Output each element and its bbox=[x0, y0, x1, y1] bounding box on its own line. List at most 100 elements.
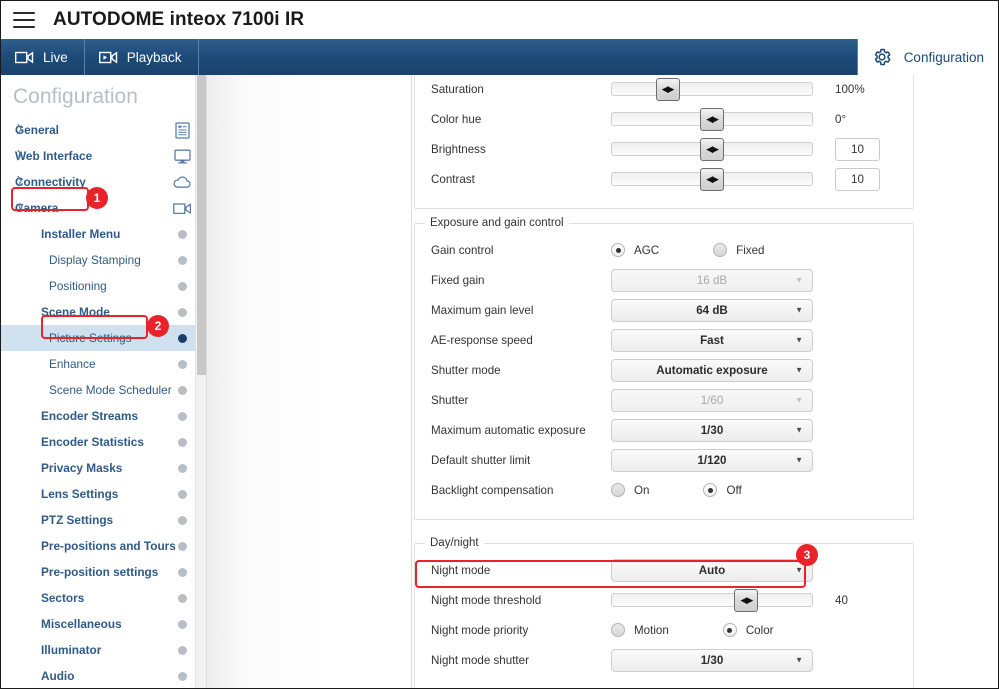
night-mode-threshold-label: Night mode threshold bbox=[431, 593, 542, 607]
sidebar-item-general[interactable]: 〉 General bbox=[1, 117, 206, 143]
sidebar-item-miscellaneous[interactable]: Miscellaneous bbox=[1, 611, 206, 637]
sidebar-item-label: Illuminator bbox=[41, 643, 102, 657]
sidebar-item-scene-mode-scheduler[interactable]: Scene Mode Scheduler bbox=[1, 377, 206, 403]
saturation-value: 100% bbox=[835, 82, 865, 96]
status-dot bbox=[172, 224, 192, 244]
max-auto-exposure-dropdown[interactable]: 1/30 ▼ bbox=[611, 418, 813, 442]
slider-handle[interactable]: ◀▶ bbox=[700, 168, 724, 191]
sidebar-item-ptz-settings[interactable]: PTZ Settings bbox=[1, 507, 206, 533]
sidebar-scrollbar-thumb[interactable] bbox=[197, 75, 206, 375]
application-window: AUTODOME inteox 7100i IR Live Playback C… bbox=[0, 0, 999, 689]
status-dot-indicator bbox=[177, 333, 187, 343]
status-dot bbox=[172, 432, 192, 452]
radio-backlight-off[interactable]: Off bbox=[703, 483, 742, 497]
row-night-mode-threshold: Night mode threshold ◀▶ 40 bbox=[415, 585, 913, 615]
chevron-down-icon: ▼ bbox=[795, 335, 803, 345]
row-backlight-compensation: Backlight compensation On Off bbox=[415, 475, 913, 505]
ae-response-speed-dropdown[interactable]: Fast ▼ bbox=[611, 328, 813, 352]
sidebar-item-encoder-statistics[interactable]: Encoder Statistics bbox=[1, 429, 206, 455]
status-dot-indicator bbox=[177, 645, 187, 655]
slider-handle[interactable]: ◀▶ bbox=[734, 589, 759, 612]
default-shutter-limit-label: Default shutter limit bbox=[431, 453, 531, 467]
tab-playback[interactable]: Playback bbox=[85, 39, 199, 75]
backlight-compensation-label: Backlight compensation bbox=[431, 483, 554, 497]
picture-settings-fieldset: Saturation ◀▶ 100% Color hue ◀▶ 0° Brightness ◀… bbox=[414, 75, 914, 209]
default-shutter-limit-dropdown[interactable]: 1/120 ▼ bbox=[611, 448, 813, 472]
status-dot-indicator bbox=[177, 593, 187, 603]
shutter-mode-dropdown[interactable]: Automatic exposure ▼ bbox=[611, 358, 813, 382]
status-dot bbox=[172, 666, 192, 686]
chevron-down-icon: ▼ bbox=[795, 365, 803, 375]
sidebar-item-web-interface[interactable]: 〉 Web Interface bbox=[1, 143, 206, 169]
sidebar-item-picture-settings[interactable]: Picture Settings bbox=[1, 325, 206, 351]
gain-control-label: Gain control bbox=[431, 243, 494, 257]
status-dot-indicator bbox=[177, 541, 187, 551]
brightness-value[interactable]: 10 bbox=[835, 137, 880, 161]
daynight-section: Day/night Night mode Auto ▼ Night mode t… bbox=[414, 537, 914, 688]
chevron-down-icon: ▼ bbox=[795, 305, 803, 315]
shutter-label: Shutter bbox=[431, 393, 469, 407]
radio-backlight-on[interactable]: On bbox=[611, 483, 649, 497]
contrast-value[interactable]: 10 bbox=[835, 167, 880, 191]
camera-play-icon bbox=[98, 50, 118, 64]
fixed-gain-value: 16 dB bbox=[696, 273, 728, 287]
radio-priority-motion-indicator bbox=[611, 623, 625, 637]
tab-bar-spacer bbox=[199, 39, 858, 75]
hamburger-menu-icon[interactable] bbox=[13, 11, 35, 28]
chevron-right-icon: 〉 bbox=[17, 123, 28, 136]
night-mode-threshold-slider[interactable]: ◀▶ bbox=[611, 589, 813, 612]
status-dot-indicator bbox=[177, 229, 187, 239]
sidebar-item-installer-menu[interactable]: Installer Menu bbox=[1, 221, 206, 247]
row-night-mode: Night mode Auto ▼ bbox=[415, 555, 913, 585]
color-hue-slider[interactable]: ◀▶ bbox=[611, 108, 813, 131]
max-gain-level-dropdown[interactable]: 64 dB ▼ bbox=[611, 298, 813, 322]
radio-priority-motion[interactable]: Motion bbox=[611, 623, 669, 637]
ae-response-speed-value: Fast bbox=[700, 333, 724, 347]
contrast-slider[interactable]: ◀▶ bbox=[611, 168, 813, 191]
shutter-value: 1/60 bbox=[700, 393, 724, 407]
sidebar-item-pre-positions-and-tours[interactable]: Pre-positions and Tours bbox=[1, 533, 206, 559]
slider-handle[interactable]: ◀▶ bbox=[700, 108, 724, 131]
radio-gain-agc[interactable]: AGC bbox=[611, 243, 659, 257]
brightness-slider[interactable]: ◀▶ bbox=[611, 138, 813, 161]
sidebar-item-illuminator[interactable]: Illuminator bbox=[1, 637, 206, 663]
sidebar-item-positioning[interactable]: Positioning bbox=[1, 273, 206, 299]
backlight-compensation-radio-group: On Off bbox=[611, 483, 813, 497]
sidebar-scrollbar[interactable] bbox=[195, 75, 206, 688]
sidebar-title: Configuration bbox=[13, 85, 138, 108]
sidebar-item-lens-settings[interactable]: Lens Settings bbox=[1, 481, 206, 507]
sidebar-item-audio[interactable]: Audio bbox=[1, 663, 206, 688]
chevron-down-icon: ▼ bbox=[795, 455, 803, 465]
color-hue-label: Color hue bbox=[431, 112, 482, 126]
sidebar-item-pre-position-settings[interactable]: Pre-position settings bbox=[1, 559, 206, 585]
night-mode-shutter-dropdown[interactable]: 1/30 ▼ bbox=[611, 648, 813, 672]
tab-live[interactable]: Live bbox=[1, 39, 85, 75]
status-dot-indicator bbox=[177, 411, 187, 421]
slider-handle[interactable]: ◀▶ bbox=[700, 138, 724, 161]
sidebar-item-label: Display Stamping bbox=[49, 253, 141, 267]
status-dot bbox=[172, 406, 192, 426]
saturation-slider[interactable]: ◀▶ bbox=[611, 78, 813, 101]
row-contrast: Contrast ◀▶ 10 bbox=[415, 164, 913, 194]
contrast-label: Contrast bbox=[431, 172, 475, 186]
row-saturation: Saturation ◀▶ 100% bbox=[415, 75, 913, 104]
radio-gain-fixed[interactable]: Fixed bbox=[713, 243, 764, 257]
sidebar-item-enhance[interactable]: Enhance bbox=[1, 351, 206, 377]
radio-gain-fixed-indicator bbox=[713, 243, 728, 257]
monitor-icon bbox=[172, 146, 192, 166]
radio-priority-color[interactable]: Color bbox=[722, 623, 774, 637]
annotation-badge-1: 1 bbox=[86, 187, 108, 209]
sidebar-item-display-stamping[interactable]: Display Stamping bbox=[1, 247, 206, 273]
radio-backlight-off-label: Off bbox=[726, 483, 742, 497]
status-dot bbox=[172, 484, 192, 504]
sidebar-item-encoder-streams[interactable]: Encoder Streams bbox=[1, 403, 206, 429]
sidebar-item-scene-mode[interactable]: Scene Mode bbox=[1, 299, 206, 325]
sidebar-item-sectors[interactable]: Sectors bbox=[1, 585, 206, 611]
tab-configuration[interactable]: Configuration bbox=[857, 39, 998, 75]
row-night-mode-priority: Night mode priority Motion Color bbox=[415, 615, 913, 645]
sidebar-item-privacy-masks[interactable]: Privacy Masks bbox=[1, 455, 206, 481]
slider-handle[interactable]: ◀▶ bbox=[655, 78, 680, 101]
gear-icon bbox=[872, 47, 892, 67]
night-mode-dropdown[interactable]: Auto ▼ bbox=[611, 558, 813, 582]
radio-backlight-off-indicator bbox=[703, 483, 718, 497]
